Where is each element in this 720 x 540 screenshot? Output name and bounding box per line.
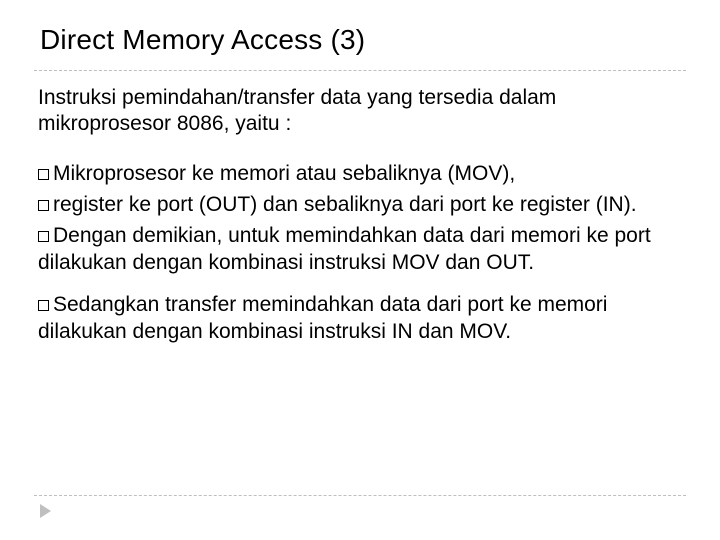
list-item: Dengan demikian, untuk memindahkan data …: [38, 222, 680, 277]
checkbox-icon: [38, 231, 49, 242]
arrow-right-icon: [40, 504, 51, 518]
bullet-lead: Sedangkan: [53, 293, 159, 316]
divider-top: [34, 70, 686, 71]
bullet-list: Mikroprosesor ke memori atau sebaliknya …: [38, 160, 680, 346]
list-item: register ke port (OUT) dan sebaliknya da…: [38, 191, 680, 218]
checkbox-icon: [38, 200, 49, 211]
bullet-rest: demikian, untuk memindahkan data dari me…: [38, 224, 651, 274]
checkbox-icon: [38, 300, 49, 311]
divider-bottom: [34, 495, 686, 496]
bullet-rest: ke memori atau sebaliknya (MOV),: [186, 162, 515, 185]
bullet-lead: Dengan: [53, 224, 127, 247]
checkbox-icon: [38, 169, 49, 180]
intro-text: Instruksi pemindahan/transfer data yang …: [38, 85, 680, 138]
list-item: Mikroprosesor ke memori atau sebaliknya …: [38, 160, 680, 187]
list-item: Sedangkan transfer memindahkan data dari…: [38, 291, 680, 346]
slide: Direct Memory Access (3) Instruksi pemin…: [0, 0, 720, 540]
bullet-lead: Mikroprosesor: [53, 162, 186, 185]
slide-title: Direct Memory Access (3): [40, 24, 686, 56]
bullet-rest: ke port (OUT) dan sebaliknya dari port k…: [123, 193, 637, 216]
bullet-lead: register: [53, 193, 123, 216]
